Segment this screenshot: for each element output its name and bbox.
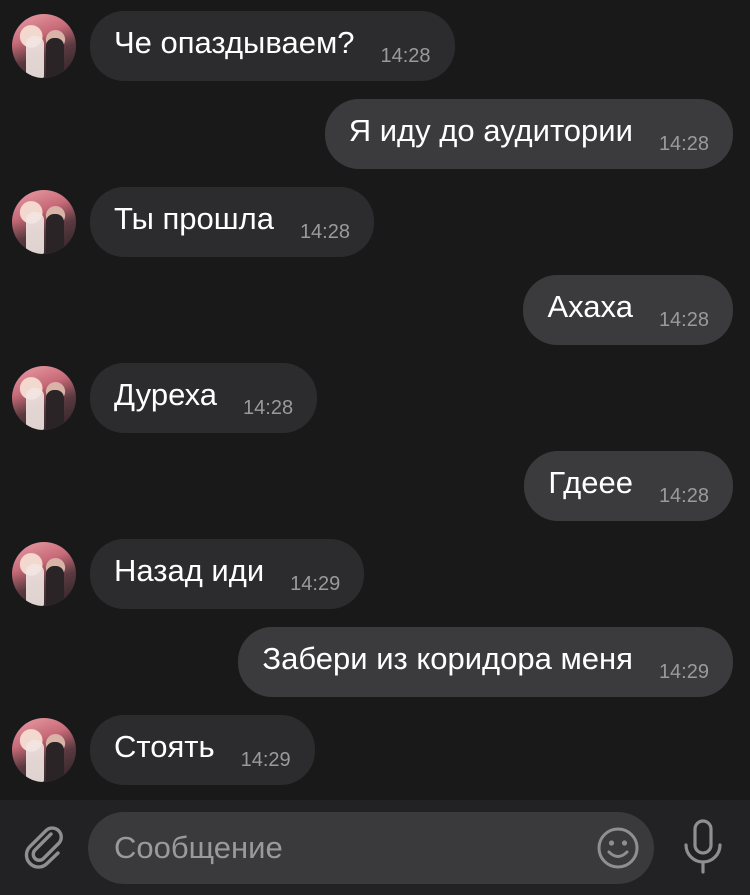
message-input[interactable] xyxy=(112,829,576,867)
message-time: 14:28 xyxy=(243,396,294,419)
message-text: Я иду до аудитории xyxy=(348,113,633,148)
contact-avatar[interactable] xyxy=(12,190,76,254)
smiley-icon[interactable] xyxy=(596,826,640,870)
message-text: Стоять xyxy=(114,729,215,764)
message-time: 14:28 xyxy=(299,220,350,243)
incoming-message-bubble[interactable]: Назад иди 14:29 xyxy=(90,539,365,609)
chat-message-list: Че опаздываем? 14:28 Я иду до аудитории … xyxy=(0,0,750,800)
message-time: 14:28 xyxy=(380,44,431,67)
message-time: 14:29 xyxy=(240,748,291,771)
message-text: Назад иди xyxy=(114,553,265,588)
incoming-message-bubble[interactable]: Стоять 14:29 xyxy=(90,715,315,785)
message-time: 14:28 xyxy=(658,484,709,507)
outgoing-message-bubble[interactable]: Забери из коридора меня 14:29 xyxy=(238,627,733,697)
message-text: Ты прошла xyxy=(114,201,274,236)
message-field[interactable] xyxy=(88,812,654,884)
paperclip-icon[interactable] xyxy=(20,822,68,870)
message-input-bar xyxy=(0,800,750,895)
microphone-icon[interactable] xyxy=(678,818,728,876)
message-time: 14:29 xyxy=(290,572,341,595)
message-time: 14:28 xyxy=(658,132,709,155)
contact-avatar[interactable] xyxy=(12,14,76,78)
contact-avatar[interactable] xyxy=(12,366,76,430)
message-time: 14:29 xyxy=(658,660,709,683)
message-text: Че опаздываем? xyxy=(114,25,355,60)
message-time: 14:28 xyxy=(658,308,709,331)
message-text: Дуреха xyxy=(114,377,218,412)
contact-avatar[interactable] xyxy=(12,718,76,782)
outgoing-message-bubble[interactable]: Гдеее 14:28 xyxy=(524,451,733,521)
message-text: Ахаха xyxy=(547,289,633,324)
outgoing-message-bubble[interactable]: Я иду до аудитории 14:28 xyxy=(324,99,733,169)
contact-avatar[interactable] xyxy=(12,542,76,606)
incoming-message-bubble[interactable]: Дуреха 14:28 xyxy=(90,363,318,433)
outgoing-message-bubble[interactable]: Ахаха 14:28 xyxy=(523,275,733,345)
incoming-message-bubble[interactable]: Че опаздываем? 14:28 xyxy=(90,11,455,81)
message-text: Гдеее xyxy=(548,465,633,500)
incoming-message-bubble[interactable]: Ты прошла 14:28 xyxy=(90,187,374,257)
message-text: Забери из коридора меня xyxy=(262,641,633,676)
